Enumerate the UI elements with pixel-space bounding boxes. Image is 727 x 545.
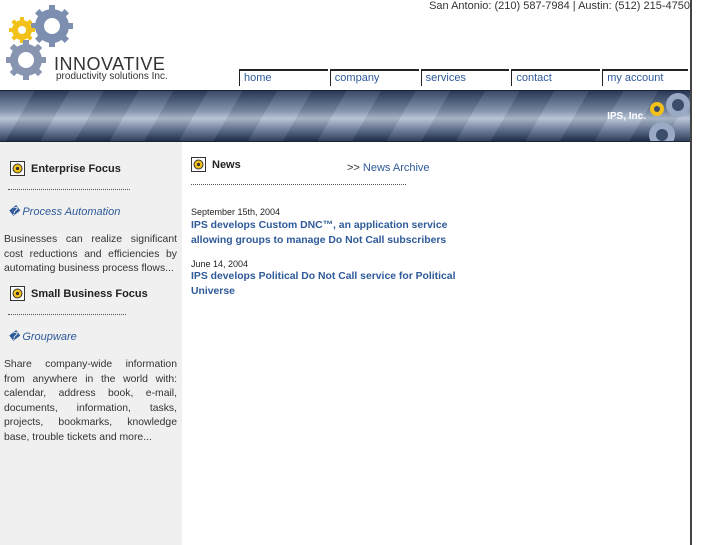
sidebar: Enterprise Focus � Process Automation Bu… — [0, 142, 182, 545]
page: INNOVATIVE productivity solutions Inc. S… — [0, 0, 692, 545]
sun-gear-icon — [191, 157, 206, 172]
main-content: News >> News Archive September 15th, 200… — [182, 142, 690, 545]
divider — [8, 189, 130, 190]
news-headline-link[interactable]: IPS develops Custom DNC™, an application… — [191, 219, 491, 248]
sun-gear-icon — [10, 161, 25, 176]
phone-numbers: San Antonio: (210) 587-7984 | Austin: (5… — [429, 0, 690, 12]
enterprise-focus-text: Businesses can realize significant cost … — [4, 234, 177, 275]
news-heading: News — [191, 157, 241, 172]
groupware-link[interactable]: � Groupware — [8, 330, 77, 343]
enterprise-focus-heading: Enterprise Focus — [10, 161, 121, 176]
banner: IPS, Inc. — [0, 90, 690, 142]
archive-prefix: >> — [347, 162, 363, 174]
divider — [191, 184, 406, 185]
nav-contact[interactable]: contact — [511, 69, 601, 86]
enterprise-focus-title: Enterprise Focus — [31, 162, 121, 175]
nav-services[interactable]: services — [420, 69, 510, 86]
news-archive-link[interactable]: News Archive — [363, 162, 430, 174]
small-business-title: Small Business Focus — [31, 287, 148, 300]
nav-company[interactable]: company — [329, 69, 419, 86]
nav-home[interactable]: home — [239, 69, 328, 86]
divider — [8, 314, 126, 315]
small-business-heading: Small Business Focus — [10, 286, 148, 301]
logo-tagline: productivity solutions Inc. — [56, 71, 168, 82]
small-business-text: Share company-wide information from anyw… — [4, 359, 177, 443]
news-title: News — [212, 158, 241, 171]
news-archive: >> News Archive — [347, 162, 430, 174]
news-headline-link[interactable]: IPS develops Political Do Not Call servi… — [191, 270, 461, 299]
header: INNOVATIVE productivity solutions Inc. S… — [0, 0, 690, 90]
news-date: September 15th, 2004 — [191, 207, 281, 217]
main-nav: home company services contact my account — [239, 69, 688, 87]
process-automation-link[interactable]: � Process Automation — [8, 205, 120, 218]
nav-my-account[interactable]: my account — [602, 69, 688, 86]
banner-text: IPS, Inc. — [607, 111, 646, 122]
news-date: June 14, 2004 — [191, 259, 249, 269]
gears-icon — [649, 93, 690, 141]
company-logo[interactable]: INNOVATIVE productivity solutions Inc. — [4, 4, 184, 84]
sun-gear-icon — [10, 286, 25, 301]
